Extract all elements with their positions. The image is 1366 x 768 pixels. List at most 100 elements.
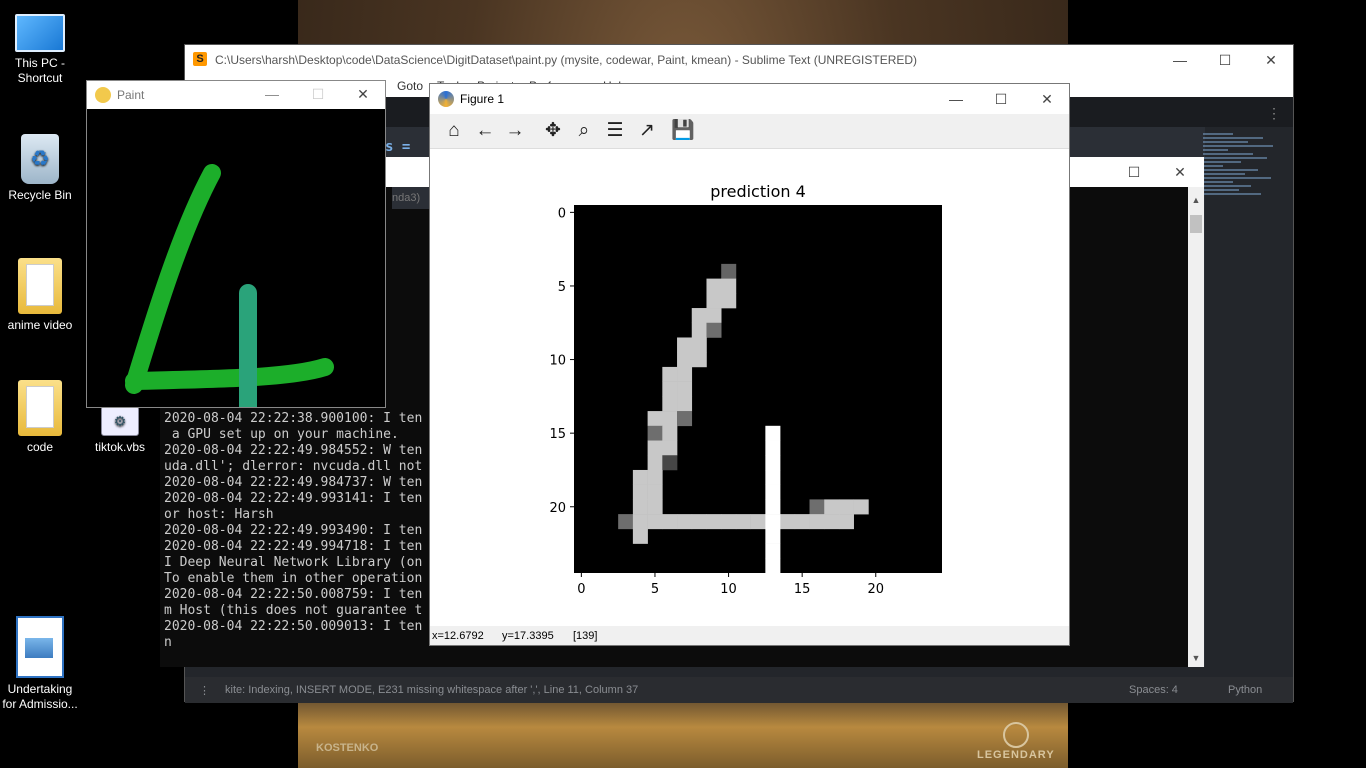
- heatmap-cell: [765, 469, 781, 485]
- heatmap-cell: [618, 514, 634, 530]
- heatmap-cell: [632, 514, 648, 530]
- minimize-icon[interactable]: —: [249, 80, 295, 108]
- desktop-icon-undertaking[interactable]: Undertaking for Admissio...: [0, 616, 80, 712]
- heatmap-cell: [691, 337, 707, 353]
- desktop-icon-code[interactable]: code: [0, 380, 80, 455]
- heatmap-cell: [853, 499, 869, 515]
- heatmap-cell: [647, 499, 663, 515]
- minimap[interactable]: [1203, 131, 1283, 331]
- heatmap-cell: [765, 499, 781, 515]
- wallpaper-brand-left: KOSTENKO: [316, 742, 379, 754]
- plot-area[interactable]: prediction 4 0 5 10 15 20 0 5 10 15 20: [430, 149, 1069, 626]
- heatmap-cell: [647, 440, 663, 456]
- edit-axis-icon[interactable]: ↗: [634, 118, 660, 144]
- sublime-title-text: C:\Users\harsh\Desktop\code\DataScience\…: [215, 53, 918, 67]
- back-icon[interactable]: ←: [472, 118, 498, 144]
- heatmap-cell: [765, 558, 781, 574]
- heatmap-cell: [735, 514, 751, 530]
- script-file-icon: ⚙: [101, 406, 139, 436]
- status-syntax[interactable]: Python: [1228, 684, 1262, 696]
- sublime-titlebar[interactable]: S C:\Users\harsh\Desktop\code\DataScienc…: [185, 45, 1293, 75]
- drawing-canvas[interactable]: [87, 109, 385, 416]
- sublime-app-icon: S: [193, 52, 207, 66]
- maximize-icon[interactable]: ☐: [295, 80, 341, 108]
- desktop-icon-recycle-bin[interactable]: ♻ Recycle Bin: [0, 134, 80, 203]
- minimize-icon[interactable]: —: [1157, 45, 1203, 75]
- figure-window[interactable]: Figure 1 — ☐ ✕ ⌂ ← → ✥ ⌕ ☰ ↗ 💾 predictio…: [429, 83, 1070, 646]
- zoom-icon[interactable]: ⌕: [571, 118, 597, 144]
- heatmap-cell: [765, 484, 781, 500]
- scroll-up-icon[interactable]: ▲: [1188, 195, 1204, 205]
- heatmap-cell: [765, 528, 781, 544]
- maximize-icon[interactable]: ☐: [1202, 45, 1248, 75]
- heatmap-cell: [838, 514, 854, 530]
- home-icon[interactable]: ⌂: [441, 118, 467, 144]
- y-tick-label: 0: [558, 206, 566, 221]
- close-icon[interactable]: ✕: [1024, 84, 1070, 114]
- desktop-icon-this-pc[interactable]: This PC - Shortcut: [0, 14, 80, 86]
- heatmap-cell: [677, 514, 693, 530]
- terminal-scrollbar[interactable]: ▲ ▼: [1188, 187, 1204, 667]
- paint-window[interactable]: Paint — ☐ ✕: [86, 80, 386, 416]
- heatmap-cell: [632, 469, 648, 485]
- heatmap-cell: [691, 308, 707, 324]
- heatmap-cell: [662, 514, 678, 530]
- desktop-icon-tiktok-vbs[interactable]: ⚙ tiktok.vbs: [80, 406, 160, 455]
- configure-subplots-icon[interactable]: ☰: [602, 118, 628, 144]
- forward-icon[interactable]: →: [502, 118, 528, 144]
- figure-toolbar: ⌂ ← → ✥ ⌕ ☰ ↗ 💾: [430, 114, 1069, 149]
- status-spaces[interactable]: Spaces: 4: [1129, 684, 1178, 696]
- maximize-icon[interactable]: ☐: [978, 84, 1024, 114]
- folder-icon: [18, 380, 62, 436]
- more-options-icon[interactable]: ⋮: [1267, 105, 1281, 122]
- heatmap-cell: [662, 440, 678, 456]
- pixel-value-readout: [139]: [573, 630, 598, 642]
- minimize-icon[interactable]: [1065, 157, 1111, 187]
- heatmap-cell: [662, 381, 678, 397]
- heatmap-cell: [750, 514, 766, 530]
- heatmap-cell: [809, 514, 825, 530]
- desktop-icon-label: Recycle Bin: [8, 188, 72, 202]
- status-menu-icon[interactable]: ⋮: [199, 684, 210, 697]
- figure-title-text: Figure 1: [460, 92, 505, 106]
- desktop-icon-label: tiktok.vbs: [94, 440, 145, 454]
- heatmap-cell: [721, 278, 737, 294]
- sublime-statusbar: ⋮ kite: Indexing, INSERT MODE, E231 miss…: [185, 677, 1293, 703]
- minimize-icon[interactable]: —: [933, 84, 979, 114]
- close-icon[interactable]: ✕: [1248, 45, 1294, 75]
- wallpaper-brand-right: LEGENDARY: [977, 749, 1055, 761]
- scroll-down-icon[interactable]: ▼: [1188, 653, 1204, 663]
- recycle-bin-icon: ♻: [21, 134, 59, 184]
- computer-icon: [15, 14, 65, 52]
- matplotlib-icon: [438, 91, 454, 107]
- x-tick-label: 5: [651, 582, 659, 597]
- desktop-icon-label: This PC - Shortcut: [14, 56, 65, 85]
- heatmap-cell: [794, 514, 810, 530]
- heatmap-cell: [824, 514, 840, 530]
- pan-icon[interactable]: ✥: [540, 118, 566, 144]
- menu-goto[interactable]: Goto: [397, 79, 423, 93]
- x-tick-label: 10: [720, 582, 737, 597]
- scroll-thumb[interactable]: [1190, 215, 1202, 233]
- heatmap-cell: [721, 514, 737, 530]
- heatmap-cell: [765, 425, 781, 441]
- desktop-icon-label: anime video: [7, 318, 73, 332]
- save-icon[interactable]: 💾: [670, 118, 696, 144]
- heatmap-cell: [765, 455, 781, 471]
- heatmap-cell: [677, 337, 693, 353]
- heatmap-cell: [721, 263, 737, 279]
- close-icon[interactable]: ✕: [1157, 157, 1203, 187]
- figure-titlebar[interactable]: Figure 1 — ☐ ✕: [430, 84, 1069, 114]
- x-tick-label: 15: [794, 582, 811, 597]
- legendary-logo-icon: [1003, 722, 1029, 748]
- x-tick-label: 0: [577, 582, 585, 597]
- desktop-icon-anime-video[interactable]: anime video: [0, 258, 80, 333]
- chart-title: prediction 4: [710, 182, 806, 201]
- y-tick-label: 20: [549, 501, 566, 516]
- close-icon[interactable]: ✕: [340, 80, 386, 108]
- maximize-icon[interactable]: ☐: [1111, 157, 1157, 187]
- heatmap-cell: [765, 514, 781, 530]
- document-icon: [16, 616, 64, 678]
- paint-titlebar[interactable]: Paint — ☐ ✕: [87, 81, 385, 109]
- heatmap-cell: [662, 425, 678, 441]
